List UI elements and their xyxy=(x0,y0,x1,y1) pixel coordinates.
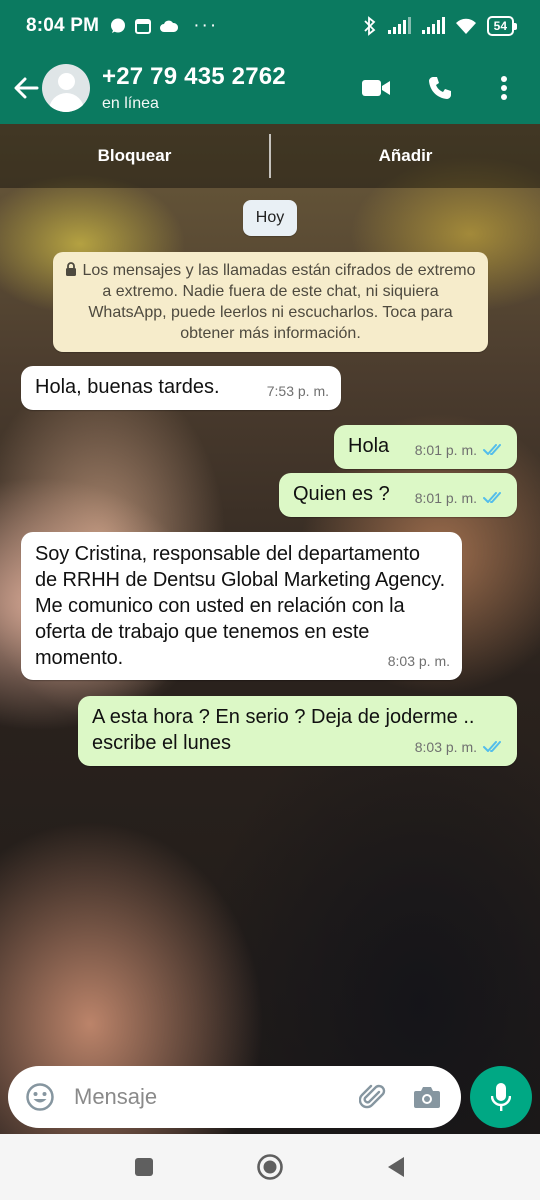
attach-button[interactable] xyxy=(353,1077,393,1117)
phone-icon xyxy=(429,77,451,99)
calendar-icon xyxy=(135,19,152,34)
contact-status: en línea xyxy=(102,95,159,112)
recents-icon xyxy=(135,1158,153,1176)
back-triangle-icon xyxy=(388,1157,404,1177)
message-time: 8:01 p. m. xyxy=(414,442,477,458)
message-time: 8:03 p. m. xyxy=(387,653,450,669)
notification-icons: ··· xyxy=(109,15,218,37)
message-input[interactable]: Mensaje xyxy=(74,1084,339,1110)
date-chip: Hoy xyxy=(243,200,297,236)
message-text: Soy Cristina, responsable del departamen… xyxy=(35,543,446,669)
signal-icon xyxy=(387,17,411,34)
status-bar: 8:04 PM ··· 54 xyxy=(0,0,540,52)
message-time: 7:53 p. m. xyxy=(266,383,329,399)
recents-button[interactable] xyxy=(124,1147,164,1187)
contact-info[interactable]: +27 79 435 2762 en línea xyxy=(102,63,286,113)
system-nav-bar xyxy=(0,1134,540,1200)
home-button[interactable] xyxy=(250,1147,290,1187)
encryption-notice[interactable]: Los mensajes y las llamadas están cifrad… xyxy=(53,252,488,352)
cloud-icon xyxy=(160,20,179,32)
block-button[interactable]: Bloquear xyxy=(0,124,269,188)
unknown-contact-actions: Bloquear Añadir xyxy=(0,124,540,188)
message-time: 8:01 p. m. xyxy=(414,490,477,506)
battery-indicator: 54 xyxy=(486,16,518,36)
whatsapp-notification-icon xyxy=(111,18,126,33)
camera-button[interactable] xyxy=(407,1077,447,1117)
camera-icon xyxy=(414,1087,440,1108)
more-options-button[interactable] xyxy=(482,66,526,110)
message-bubble[interactable]: Hola, buenas tardes. 7:53 p. m. xyxy=(21,366,341,410)
voice-call-button[interactable] xyxy=(418,66,462,110)
lock-icon xyxy=(66,262,77,276)
chat-header: +27 79 435 2762 en línea xyxy=(0,52,540,124)
mic-icon xyxy=(491,1083,511,1111)
read-ticks-icon xyxy=(483,741,501,752)
wifi-icon xyxy=(455,18,476,34)
message-text: Quien es ? xyxy=(293,483,390,505)
video-call-button[interactable] xyxy=(354,66,398,110)
encryption-notice-text: Los mensajes y las llamadas están cifrad… xyxy=(82,262,476,342)
chat-area[interactable]: Bloquear Añadir Hoy Los mensajes y las l… xyxy=(0,124,540,1134)
emoji-button[interactable] xyxy=(22,1079,58,1115)
more-vert-icon xyxy=(501,76,507,100)
message-bubble[interactable]: Quien es ? 8:01 p. m. xyxy=(279,473,517,517)
video-call-icon xyxy=(362,80,390,96)
back-arrow-icon xyxy=(14,77,39,99)
voice-message-button[interactable] xyxy=(470,1066,532,1128)
contact-avatar[interactable] xyxy=(42,64,90,112)
signal-2-icon xyxy=(421,17,445,34)
back-nav-button[interactable] xyxy=(376,1147,416,1187)
message-text: Hola, buenas tardes. xyxy=(35,376,220,398)
message-composer: Mensaje xyxy=(8,1066,461,1128)
message-bubble[interactable]: Hola 8:01 p. m. xyxy=(334,425,517,469)
attach-icon xyxy=(359,1084,386,1109)
more-notifications-icon: ··· xyxy=(193,15,219,36)
message-time: 8:03 p. m. xyxy=(414,739,477,755)
emoji-icon xyxy=(26,1083,54,1111)
home-icon xyxy=(257,1154,283,1180)
bluetooth-icon xyxy=(364,16,375,36)
add-contact-button[interactable]: Añadir xyxy=(271,124,540,188)
contact-name: +27 79 435 2762 xyxy=(102,63,286,90)
read-ticks-icon xyxy=(483,444,501,455)
status-time: 8:04 PM xyxy=(26,15,100,36)
message-bubble[interactable]: Soy Cristina, responsable del departamen… xyxy=(21,532,462,680)
message-text: Hola xyxy=(348,435,390,457)
read-ticks-icon xyxy=(483,492,501,503)
message-bubble[interactable]: A esta hora ? En serio ? Deja de joderme… xyxy=(78,696,517,766)
